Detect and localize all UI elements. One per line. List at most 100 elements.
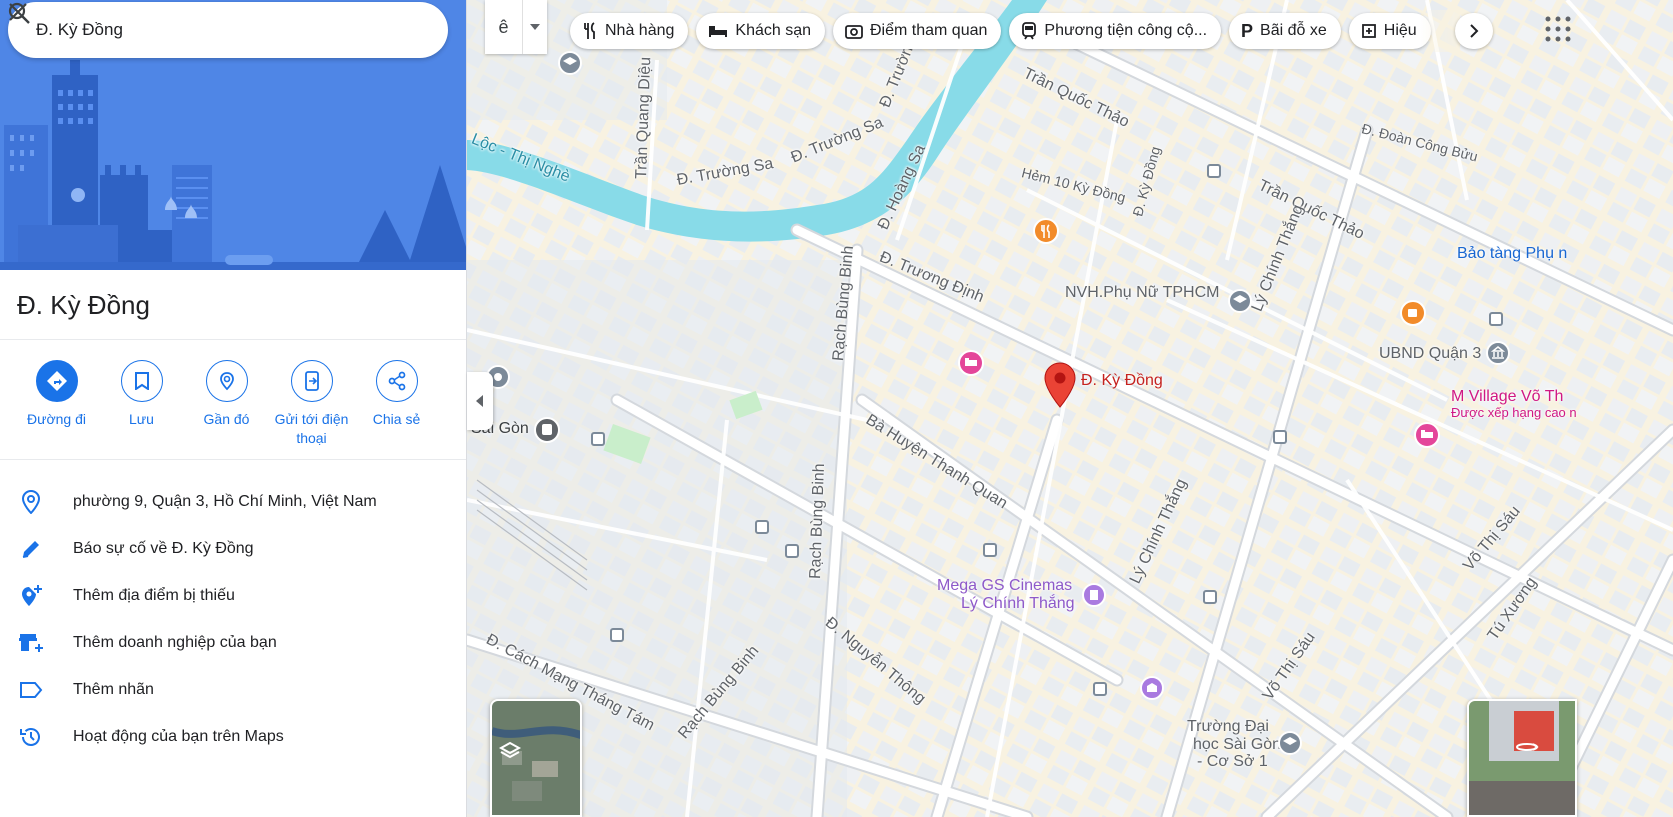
share-icon: [375, 360, 418, 402]
caret-left-icon: [476, 395, 483, 407]
report-problem-row[interactable]: Báo sự cố về Đ. Kỳ Đồng: [0, 525, 466, 572]
caret-down-icon: [530, 24, 540, 30]
pencil-icon: [18, 536, 44, 562]
history-icon: [18, 724, 44, 750]
add-missing-place-text: Thêm địa điểm bị thiếu: [73, 586, 235, 604]
place-title: Đ. Kỳ Đồng: [0, 270, 466, 340]
chip-label: Nhà hàng: [605, 22, 675, 39]
input-tools-button[interactable]: ê: [485, 0, 523, 54]
chip-parking[interactable]: P Bãi đỗ xe: [1229, 13, 1341, 49]
poi-label-truong-dh-3: - Cơ Sở 1: [1197, 753, 1268, 770]
poi-label-m-village[interactable]: M Village Võ Th: [1451, 388, 1563, 406]
send-to-phone-icon: [290, 360, 333, 402]
clear-search-button[interactable]: [9, 3, 434, 52]
bus-stop-icon[interactable]: [591, 432, 605, 446]
save-label: Lưu: [129, 411, 154, 427]
category-chips: Nhà hàng Khách sạn Điểm tham quan Phương…: [570, 13, 1431, 49]
train-station-icon[interactable]: [533, 416, 561, 444]
chip-label: Điểm tham quan: [870, 22, 988, 39]
camera-icon: [845, 25, 863, 39]
chip-attractions[interactable]: Điểm tham quan: [833, 13, 1002, 49]
directions-button[interactable]: Đường đi: [14, 360, 99, 459]
poi-label-bao-tang[interactable]: Bảo tàng Phụ n: [1457, 245, 1567, 263]
poi-label-mega-gs-2: Lý Chính Thắng: [961, 595, 1075, 612]
add-location-icon: [18, 583, 44, 609]
info-list: phường 9, Quận 3, Hồ Chí Minh, Việt Nam …: [0, 460, 466, 760]
poi-label-nvh[interactable]: NVH.Phụ Nữ TPHCM: [1065, 284, 1219, 302]
close-icon: [9, 3, 27, 21]
map-canvas[interactable]: Đ. Trường Sa Đ. Trường Sa Đ. Trường Đ. H…: [467, 0, 1673, 817]
search-input[interactable]: [36, 20, 346, 40]
satellite-thumbnail: [492, 701, 580, 815]
transit-icon: [1022, 22, 1037, 40]
bus-stop-icon[interactable]: [1273, 430, 1287, 444]
chip-pharmacy[interactable]: Hiệu: [1348, 13, 1431, 49]
poi-label-ubnd[interactable]: UBND Quận 3: [1379, 345, 1481, 363]
restaurant-icon: [584, 22, 595, 39]
chip-hotels[interactable]: Khách sạn: [696, 13, 825, 49]
share-button[interactable]: Chia sẻ: [354, 360, 439, 459]
hotel-icon: [709, 26, 728, 37]
chip-label: Bãi đỗ xe: [1260, 22, 1327, 39]
search-button[interactable]: [8, 2, 390, 52]
hotel-poi-icon[interactable]: [958, 350, 984, 380]
add-missing-place-row[interactable]: Thêm địa điểm bị thiếu: [0, 572, 466, 619]
add-business-icon: [18, 630, 44, 656]
location-pin-icon: [18, 489, 44, 515]
school-poi-icon[interactable]: [1277, 730, 1303, 756]
nearby-button[interactable]: Gần đó: [184, 360, 269, 459]
cinema-poi-icon[interactable]: [1081, 582, 1107, 608]
hero-illustration: [0, 0, 466, 270]
poi-label-mega-gs[interactable]: Mega GS Cinemas: [937, 577, 1072, 595]
bus-stop-icon[interactable]: [1207, 164, 1221, 178]
chip-label: Hiệu: [1383, 22, 1417, 39]
input-tools-dropdown[interactable]: [523, 0, 547, 54]
maps-activity-text: Hoạt động của bạn trên Maps: [73, 727, 284, 745]
address-row[interactable]: phường 9, Quận 3, Hồ Chí Minh, Việt Nam: [0, 478, 466, 525]
selected-place-marker-icon[interactable]: [1043, 362, 1077, 408]
restaurant-poi-icon[interactable]: [1033, 218, 1059, 248]
school-poi-icon[interactable]: [557, 50, 583, 76]
action-buttons: Đường đi Lưu Gần đó Gửi tới điện thoại C…: [0, 340, 466, 460]
label-icon: [18, 677, 44, 703]
layers-button[interactable]: [490, 699, 582, 817]
input-tools-toggle: ê: [485, 0, 547, 54]
poi-label-truong-dh[interactable]: Trường Đại: [1187, 718, 1269, 736]
directions-icon: [35, 360, 78, 402]
bus-stop-icon[interactable]: [1093, 682, 1107, 696]
collapse-panel-button[interactable]: [467, 372, 493, 430]
chip-label: Khách sạn: [735, 22, 811, 39]
parking-icon: P: [1241, 20, 1254, 41]
search-box: [8, 2, 448, 58]
chip-fade: [1420, 10, 1460, 52]
maps-app: Đ. Trường Sa Đ. Trường Sa Đ. Trường Đ. H…: [0, 0, 1673, 817]
chips-next-button[interactable]: [1455, 13, 1493, 49]
add-label-text: Thêm nhãn: [73, 680, 154, 698]
bus-stop-icon[interactable]: [1489, 312, 1503, 326]
share-label: Chia sẻ: [372, 411, 421, 427]
hotel-poi-icon[interactable]: [1414, 422, 1440, 452]
bus-stop-icon[interactable]: [1203, 590, 1217, 604]
landmark-poi-icon[interactable]: [1139, 675, 1165, 701]
bus-stop-icon[interactable]: [755, 520, 769, 534]
bus-stop-icon[interactable]: [983, 543, 997, 557]
address-text: phường 9, Quận 3, Hồ Chí Minh, Việt Nam: [73, 492, 377, 510]
maps-activity-row[interactable]: Hoạt động của bạn trên Maps: [0, 713, 466, 760]
send-to-phone-button[interactable]: Gửi tới điện thoại: [269, 360, 354, 459]
marker-label[interactable]: Đ. Kỳ Đồng: [1081, 372, 1163, 390]
street-view-thumbnail[interactable]: [1467, 699, 1577, 817]
save-button[interactable]: Lưu: [99, 360, 184, 459]
bus-stop-icon[interactable]: [785, 544, 799, 558]
government-poi-icon[interactable]: [1485, 340, 1511, 366]
chip-restaurants[interactable]: Nhà hàng: [570, 13, 689, 49]
street-view-image: [1469, 701, 1575, 815]
add-business-row[interactable]: Thêm doanh nghiệp của bạn: [0, 619, 466, 666]
add-label-row[interactable]: Thêm nhãn: [0, 666, 466, 713]
cafe-poi-icon[interactable]: [1400, 300, 1426, 330]
apps-grid-icon[interactable]: [1543, 14, 1573, 44]
school-poi-icon[interactable]: [1227, 288, 1253, 314]
chip-transit[interactable]: Phương tiện công cộ...: [1009, 13, 1222, 49]
poi-label-m-village-sub: Được xếp hạng cao n: [1451, 405, 1577, 420]
bus-stop-icon[interactable]: [610, 628, 624, 642]
directions-label: Đường đi: [26, 411, 87, 427]
